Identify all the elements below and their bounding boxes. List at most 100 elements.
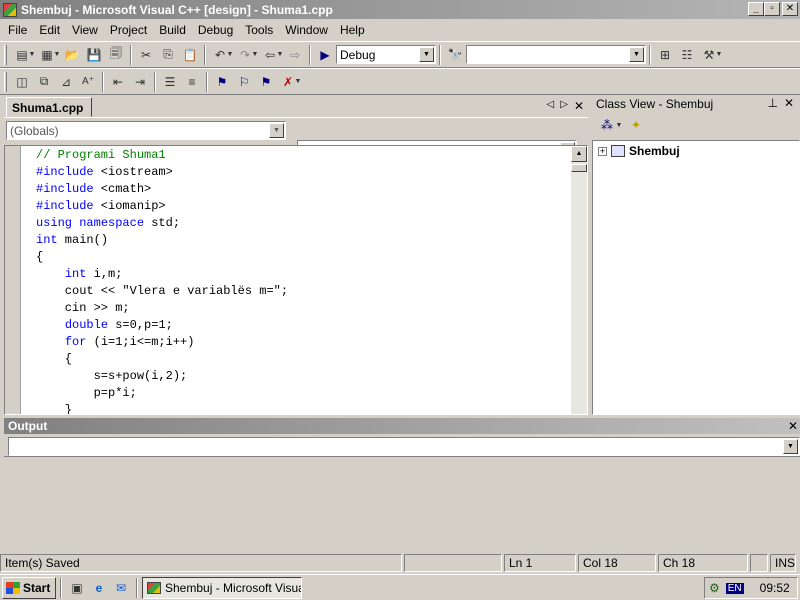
minimize-button[interactable]: _ [748,2,764,16]
scope-combo[interactable]: (Globals) ▼ [6,121,286,140]
increase-indent-icon[interactable]: ⇥ [129,72,151,92]
tree-item-project[interactable]: + Shembuj [593,141,799,158]
output-text-area[interactable] [4,456,800,551]
outlook-express-icon[interactable]: ✉ [110,578,132,598]
code-line[interactable]: } [36,402,288,414]
code-editor[interactable]: // Programi Shuma1 #include <iostream> #in… [4,145,588,415]
code-line[interactable]: cin >> m; [36,300,288,317]
chevron-down-icon[interactable]: ▼ [615,115,623,135]
code-line[interactable]: { [36,249,288,266]
code-line[interactable]: s=s+pow(i,2); [36,368,288,385]
code-line[interactable]: cout << "Vlera e variablës m="; [36,283,288,300]
toolbar-grip[interactable] [4,44,7,65]
chevron-down-icon[interactable]: ▼ [226,45,234,65]
solution-explorer-icon[interactable]: ⊞ [654,45,676,65]
display-object-info-icon[interactable]: ◫ [11,72,33,92]
maximize-button[interactable]: ▫ [764,2,780,16]
language-indicator[interactable]: EN [725,582,744,594]
quick-info-icon[interactable]: ⊿ [55,72,77,92]
code-line[interactable]: int main() [36,232,288,249]
code-line[interactable]: #include <iostream> [36,164,288,181]
next-bookmark-icon[interactable]: ⚐ [233,72,255,92]
code-text[interactable]: // Programi Shuma1 #include <iostream> #in… [36,147,288,414]
chevron-down-icon[interactable]: ▼ [419,47,434,62]
code-line[interactable]: int i,m; [36,266,288,283]
code-line[interactable]: { [36,351,288,368]
open-file-icon[interactable]: 📂 [61,45,83,65]
scroll-tabs-left-icon[interactable]: ◁ [547,99,555,113]
toolbar-separator [206,71,208,92]
indicator-margin[interactable] [5,146,21,414]
copy-icon[interactable]: ⎘ [157,45,179,65]
menu-view[interactable]: View [66,23,104,37]
class-view-title: Class View - Shembuj [596,97,714,111]
chevron-down-icon[interactable]: ▼ [715,45,723,65]
start-icon[interactable]: ▶ [314,45,336,65]
find-combo[interactable]: ▼ [466,45,646,64]
menu-debug[interactable]: Debug [192,23,239,37]
scroll-thumb[interactable] [571,164,587,172]
previous-bookmark-icon[interactable]: ⚑ [255,72,277,92]
menu-tools[interactable]: Tools [239,23,279,37]
chevron-down-icon[interactable]: ▼ [629,47,644,62]
code-token: p=p*i; [36,386,137,400]
cut-icon[interactable]: ✂ [135,45,157,65]
clock[interactable]: 09:52 [760,581,790,595]
chevron-down-icon[interactable]: ▼ [53,45,61,65]
scroll-tabs-right-icon[interactable]: ▷ [560,99,568,113]
close-panel-icon[interactable]: ✕ [788,419,798,433]
menu-help[interactable]: Help [334,23,371,37]
menu-project[interactable]: Project [104,23,153,37]
complete-word-icon[interactable]: A⁺ [77,72,99,92]
code-line[interactable]: double s=0,p=1; [36,317,288,334]
chevron-down-icon[interactable]: ▼ [251,45,259,65]
save-icon[interactable]: 💾 [83,45,105,65]
expand-icon[interactable]: + [598,146,607,156]
class-view-tree[interactable]: + Shembuj [592,140,800,415]
menu-window[interactable]: Window [279,23,334,37]
code-line[interactable]: #include <cmath> [36,181,288,198]
save-all-icon[interactable]: 🗐 [105,45,127,65]
navigate-forward-icon[interactable]: ⇨ [284,45,306,65]
tab-shuma1-cpp[interactable]: Shuma1.cpp [6,97,92,117]
network-icon[interactable]: ⚙ [709,581,720,595]
chevron-down-icon[interactable]: ▼ [294,72,302,92]
menu-build[interactable]: Build [153,23,192,37]
new-folder-icon[interactable]: ✦ [625,115,647,135]
code-line[interactable]: // Programi Shuma1 [36,147,288,164]
standard-toolbar: ▤ ▼ ▦ ▼ 📂 💾 🗐 ✂ ⎘ 📋 ↶ ▼ ↷ ▼ ⇦ ▼ ⇨ ▶ Debug ▼ 🔭… [0,41,800,68]
paste-icon[interactable]: 📋 [179,45,201,65]
chevron-down-icon[interactable]: ▼ [28,45,36,65]
comment-lines-icon[interactable]: ☰ [159,72,181,92]
close-button[interactable]: ✕ [782,2,798,16]
menu-edit[interactable]: Edit [33,23,66,37]
find-in-files-icon[interactable]: 🔭 [444,45,466,65]
status-column: Col 18 [578,554,656,572]
uncomment-lines-icon[interactable]: ≡ [181,72,203,92]
parameter-info-icon[interactable]: ⧉ [33,72,55,92]
toggle-bookmark-icon[interactable]: ⚑ [211,72,233,92]
toolbar-grip[interactable] [4,71,7,92]
menu-file[interactable]: File [2,23,33,37]
properties-icon[interactable]: ☷ [676,45,698,65]
decrease-indent-icon[interactable]: ⇤ [107,72,129,92]
scroll-up-icon[interactable]: ▲ [571,146,587,162]
app-icon[interactable] [3,2,17,17]
code-line[interactable]: #include <iomanip> [36,198,288,215]
chevron-down-icon[interactable]: ▼ [783,439,798,454]
code-line[interactable]: p=p*i; [36,385,288,402]
chevron-down-icon[interactable]: ▼ [276,45,284,65]
output-source-combo[interactable]: ▼ [8,437,800,456]
code-line[interactable]: using namespace std; [36,215,288,232]
show-desktop-icon[interactable]: ▣ [66,578,88,598]
start-button[interactable]: Start [2,576,56,599]
chevron-down-icon[interactable]: ▼ [269,123,284,138]
close-panel-icon[interactable]: ✕ [784,96,794,110]
pin-icon[interactable]: ⊥ [768,96,778,110]
editor-vertical-scrollbar[interactable]: ▲ [571,146,587,414]
code-line[interactable]: for (i=1;i<=m;i++) [36,334,288,351]
task-button-visual-cpp[interactable]: Shembuj - Microsoft Visua... [142,576,302,599]
close-document-icon[interactable]: ✕ [574,99,584,113]
internet-explorer-icon[interactable]: e [88,578,110,598]
solution-config-combo[interactable]: Debug ▼ [336,45,436,64]
